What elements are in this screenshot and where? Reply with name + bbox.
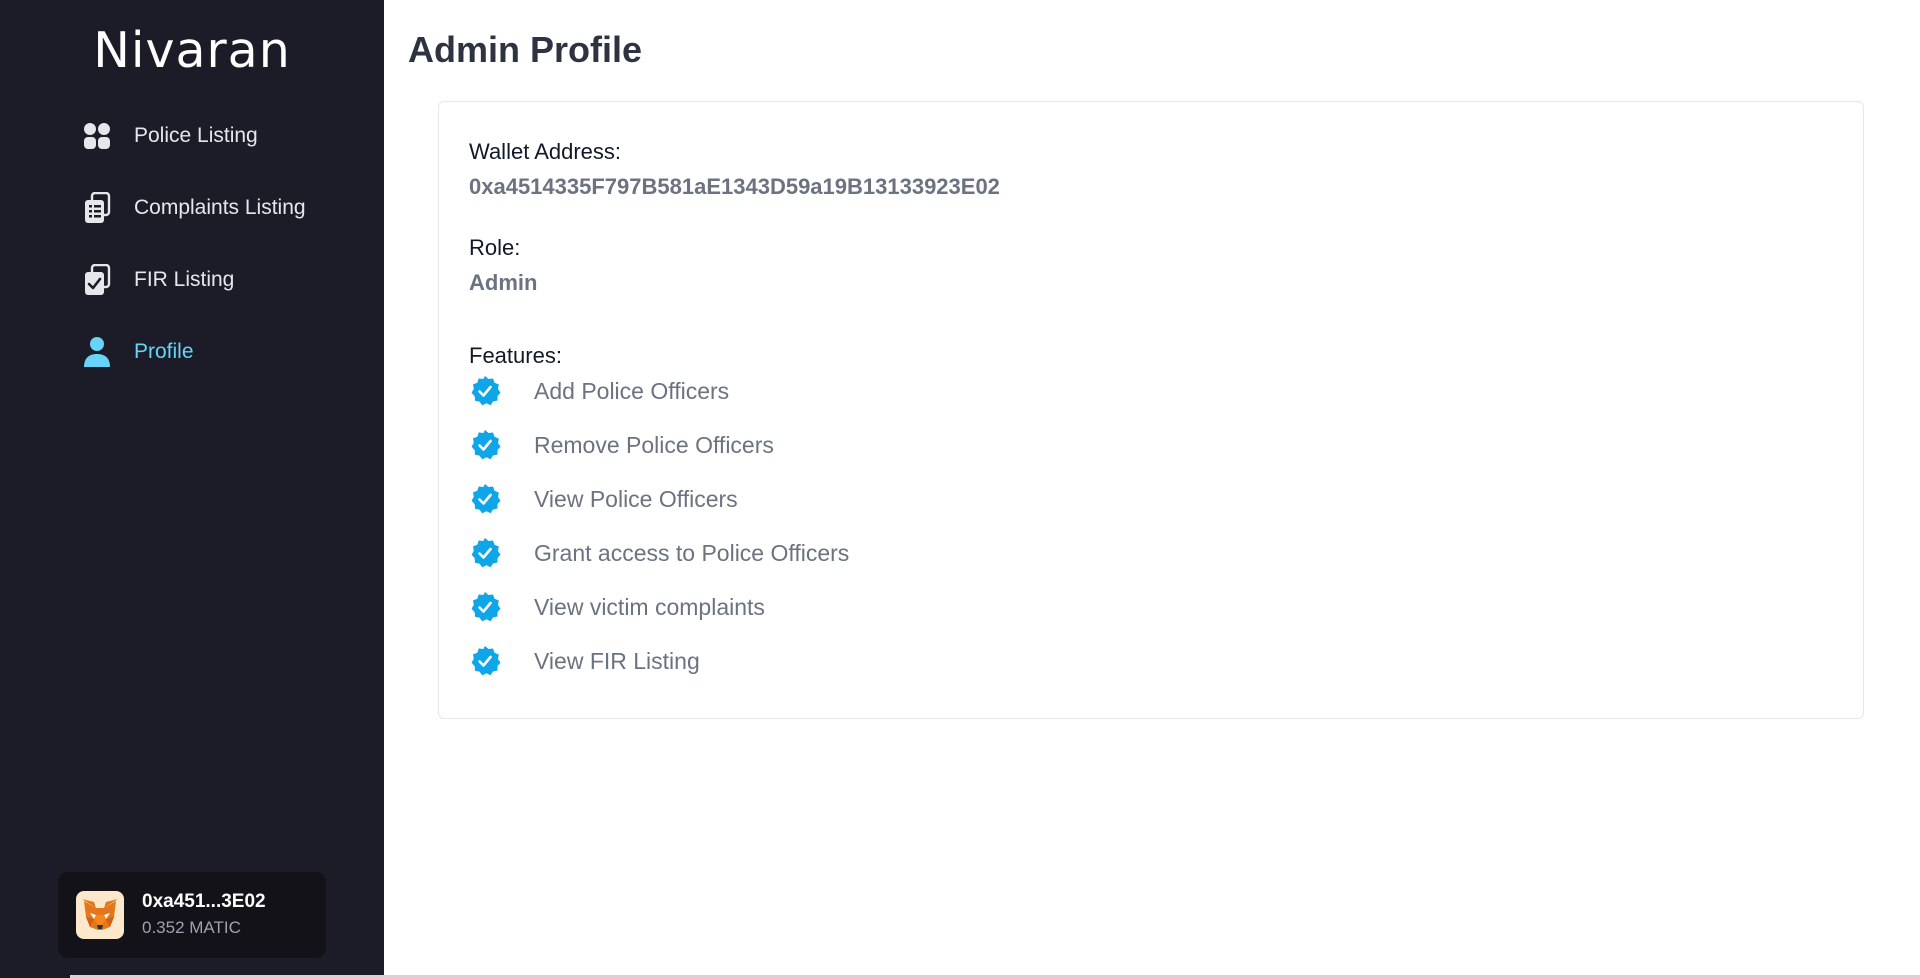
wallet-address: 0xa451...3E02 [142, 891, 266, 912]
role-value: Admin [469, 270, 538, 295]
profile-card: Wallet Address: 0xa4514335F797B581aE1343… [438, 101, 1864, 719]
verified-check-icon [471, 592, 501, 622]
verified-check-icon [471, 538, 501, 568]
metamask-fox-icon [76, 891, 124, 939]
wallet-address-value: 0xa4514335F797B581aE1343D59a19B13133923E… [469, 174, 1000, 199]
clipboard-list-icon [82, 192, 112, 224]
wallet-card[interactable]: 0xa451...3E02 0.352 MATIC [58, 872, 326, 958]
feature-text: Add Police Officers [534, 378, 730, 404]
sidebar: Nivaran Police Listing Complaints Listin… [0, 0, 384, 978]
sidebar-item-complaints-listing[interactable]: Complaints Listing [82, 188, 372, 228]
sidebar-nav: Police Listing Complaints Listing FIR Li… [82, 116, 372, 404]
wallet-address-label: Wallet Address: [469, 139, 622, 164]
sidebar-item-profile[interactable]: Profile [82, 332, 372, 372]
wallet-info: 0xa451...3E02 0.352 MATIC [142, 889, 266, 941]
feature-text: Remove Police Officers [534, 432, 774, 458]
page-title: Admin Profile [408, 29, 643, 70]
grid-icon [82, 120, 112, 152]
sidebar-item-label: Complaints Listing [134, 196, 306, 219]
app-root: Nivaran Police Listing Complaints Listin… [0, 0, 1920, 978]
main-content: Admin Profile Wallet Address: 0xa4514335… [384, 0, 1920, 978]
feature-text: Grant access to Police Officers [534, 540, 850, 566]
wallet-balance: 0.352 MATIC [142, 918, 241, 937]
sidebar-item-label: FIR Listing [134, 268, 235, 291]
list-item: Add Police Officers [469, 371, 849, 411]
user-icon [82, 336, 112, 368]
sidebar-item-police-listing[interactable]: Police Listing [82, 116, 372, 156]
list-item: View victim complaints [469, 587, 849, 627]
sidebar-item-fir-listing[interactable]: FIR Listing [82, 260, 372, 300]
feature-text: View victim complaints [534, 594, 765, 620]
verified-check-icon [471, 376, 501, 406]
feature-text: View Police Officers [534, 486, 738, 512]
list-item: View Police Officers [469, 479, 849, 519]
sidebar-item-label: Police Listing [134, 124, 258, 147]
list-item: View FIR Listing [469, 641, 849, 681]
list-item: Remove Police Officers [469, 425, 849, 465]
sidebar-item-label: Profile [134, 340, 194, 363]
list-item: Grant access to Police Officers [469, 533, 849, 573]
feature-text: View FIR Listing [534, 648, 700, 674]
features-list: Add Police Officers Remove Police Office… [469, 371, 849, 695]
role-label: Role: [469, 235, 521, 260]
brand-logo[interactable]: Nivaran [0, 20, 384, 82]
verified-check-icon [471, 484, 501, 514]
verified-check-icon [471, 646, 501, 676]
features-label: Features: [469, 343, 562, 368]
clipboard-check-icon [82, 264, 112, 296]
verified-check-icon [471, 430, 501, 460]
